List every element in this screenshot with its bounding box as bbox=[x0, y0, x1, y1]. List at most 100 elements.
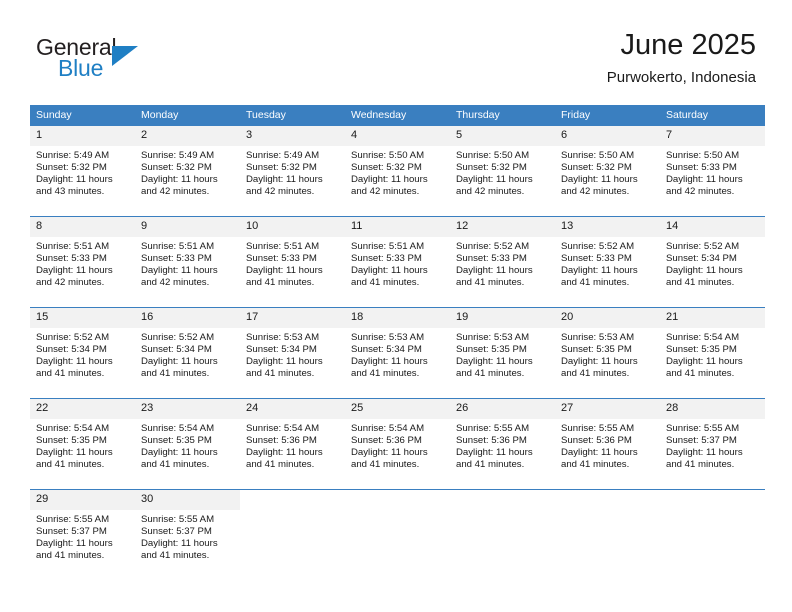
calendar-day-cell[interactable]: 2 Sunrise: 5:49 AM Sunset: 5:32 PM Daylight… bbox=[135, 126, 240, 217]
brand-logo[interactable]: General Blue bbox=[36, 34, 236, 90]
calendar-day-cell[interactable]: 18 Sunrise: 5:53 AM Sunset: 5:34 PM Dayligh… bbox=[345, 307, 450, 399]
daylight-text-line1: Daylight: 11 hours bbox=[141, 265, 218, 277]
daylight-text-line1: Daylight: 11 hours bbox=[456, 265, 533, 277]
page-header: General Blue June 2025 Purwokerto, Indon… bbox=[0, 0, 792, 100]
day-number: 3 bbox=[240, 126, 345, 146]
weekday-header-tuesday: Tuesday bbox=[240, 105, 345, 126]
calendar-day-cell[interactable]: 8 Sunrise: 5:51 AM Sunset: 5:33 PM Daylight… bbox=[30, 216, 135, 308]
calendar-day-cell[interactable]: 9 Sunrise: 5:51 AM Sunset: 5:33 PM Daylight… bbox=[135, 216, 240, 308]
calendar-day-cell[interactable]: 6 Sunrise: 5:50 AM Sunset: 5:32 PM Daylight… bbox=[555, 126, 660, 217]
daylight-text-line2: and 41 minutes. bbox=[561, 368, 630, 380]
day-number: 7 bbox=[660, 126, 765, 146]
daylight-text-line1: Daylight: 11 hours bbox=[36, 538, 113, 550]
sunrise-text: Sunrise: 5:55 AM bbox=[561, 423, 635, 434]
sunset-text: Sunset: 5:33 PM bbox=[456, 253, 527, 265]
day-details: Sunrise: 5:52 AM Sunset: 5:34 PM Daylight:… bbox=[30, 328, 135, 380]
day-number: 10 bbox=[240, 217, 345, 237]
sunset-text: Sunset: 5:34 PM bbox=[246, 344, 317, 356]
sunrise-text: Sunrise: 5:53 AM bbox=[351, 332, 425, 343]
day-number bbox=[450, 490, 555, 510]
daylight-text-line2: and 42 minutes. bbox=[456, 186, 525, 198]
day-details: Sunrise: 5:53 AM Sunset: 5:35 PM Daylight:… bbox=[555, 328, 660, 380]
sunrise-text: Sunrise: 5:51 AM bbox=[351, 241, 425, 252]
calendar-day-cell[interactable]: 17 Sunrise: 5:53 AM Sunset: 5:34 PM Dayligh… bbox=[240, 307, 345, 399]
sunrise-text: Sunrise: 5:54 AM bbox=[36, 423, 110, 434]
calendar-day-cell-empty bbox=[345, 489, 450, 580]
day-number: 29 bbox=[30, 490, 135, 510]
sunrise-text: Sunrise: 5:53 AM bbox=[456, 332, 530, 343]
sunrise-text: Sunrise: 5:51 AM bbox=[246, 241, 320, 252]
sunrise-text: Sunrise: 5:53 AM bbox=[561, 332, 635, 343]
daylight-text-line2: and 41 minutes. bbox=[351, 368, 420, 380]
daylight-text-line1: Daylight: 11 hours bbox=[456, 447, 533, 459]
calendar-day-cell[interactable]: 26 Sunrise: 5:55 AM Sunset: 5:36 PM Dayligh… bbox=[450, 398, 555, 490]
daylight-text-line1: Daylight: 11 hours bbox=[246, 265, 323, 277]
day-details: Sunrise: 5:54 AM Sunset: 5:35 PM Daylight:… bbox=[30, 419, 135, 471]
day-details: Sunrise: 5:50 AM Sunset: 5:33 PM Daylight:… bbox=[660, 146, 765, 198]
day-number: 1 bbox=[30, 126, 135, 146]
calendar-day-cell[interactable]: 7 Sunrise: 5:50 AM Sunset: 5:33 PM Daylight… bbox=[660, 126, 765, 217]
calendar-day-cell[interactable]: 12 Sunrise: 5:52 AM Sunset: 5:33 PM Dayligh… bbox=[450, 216, 555, 308]
daylight-text-line1: Daylight: 11 hours bbox=[141, 538, 218, 550]
daylight-text-line1: Daylight: 11 hours bbox=[141, 174, 218, 186]
day-number: 19 bbox=[450, 308, 555, 328]
sunrise-text: Sunrise: 5:52 AM bbox=[36, 332, 110, 343]
calendar-grid: Sunday Monday Tuesday Wednesday Thursday… bbox=[30, 105, 765, 580]
sunrise-text: Sunrise: 5:50 AM bbox=[561, 150, 635, 161]
day-details: Sunrise: 5:55 AM Sunset: 5:37 PM Daylight:… bbox=[660, 419, 765, 471]
daylight-text-line2: and 42 minutes. bbox=[666, 186, 735, 198]
daylight-text-line1: Daylight: 11 hours bbox=[351, 174, 428, 186]
calendar-day-cell[interactable]: 27 Sunrise: 5:55 AM Sunset: 5:36 PM Dayligh… bbox=[555, 398, 660, 490]
sunrise-text: Sunrise: 5:50 AM bbox=[351, 150, 425, 161]
day-number: 12 bbox=[450, 217, 555, 237]
sunset-text: Sunset: 5:37 PM bbox=[36, 526, 107, 538]
sunset-text: Sunset: 5:35 PM bbox=[141, 435, 212, 447]
calendar-day-cell-empty bbox=[555, 489, 660, 580]
calendar-day-cell[interactable]: 28 Sunrise: 5:55 AM Sunset: 5:37 PM Dayligh… bbox=[660, 398, 765, 490]
calendar-day-cell[interactable]: 14 Sunrise: 5:52 AM Sunset: 5:34 PM Dayligh… bbox=[660, 216, 765, 308]
calendar-day-cell[interactable]: 20 Sunrise: 5:53 AM Sunset: 5:35 PM Dayligh… bbox=[555, 307, 660, 399]
sunrise-text: Sunrise: 5:50 AM bbox=[666, 150, 740, 161]
sunset-text: Sunset: 5:37 PM bbox=[666, 435, 737, 447]
daylight-text-line2: and 42 minutes. bbox=[351, 186, 420, 198]
calendar-day-cell[interactable]: 21 Sunrise: 5:54 AM Sunset: 5:35 PM Dayligh… bbox=[660, 307, 765, 399]
calendar-week-row: 15 Sunrise: 5:52 AM Sunset: 5:34 PM Dayligh… bbox=[30, 307, 765, 399]
daylight-text-line2: and 41 minutes. bbox=[456, 277, 525, 289]
calendar-day-cell[interactable]: 23 Sunrise: 5:54 AM Sunset: 5:35 PM Dayligh… bbox=[135, 398, 240, 490]
calendar-day-cell[interactable]: 5 Sunrise: 5:50 AM Sunset: 5:32 PM Daylight… bbox=[450, 126, 555, 217]
calendar-day-cell[interactable]: 24 Sunrise: 5:54 AM Sunset: 5:36 PM Dayligh… bbox=[240, 398, 345, 490]
daylight-text-line2: and 41 minutes. bbox=[561, 459, 630, 471]
day-number: 16 bbox=[135, 308, 240, 328]
calendar-day-cell[interactable]: 13 Sunrise: 5:52 AM Sunset: 5:33 PM Dayligh… bbox=[555, 216, 660, 308]
daylight-text-line2: and 41 minutes. bbox=[351, 459, 420, 471]
calendar-day-cell-empty bbox=[450, 489, 555, 580]
calendar-day-cell[interactable]: 4 Sunrise: 5:50 AM Sunset: 5:32 PM Daylight… bbox=[345, 126, 450, 217]
sunset-text: Sunset: 5:32 PM bbox=[141, 162, 212, 174]
calendar-day-cell[interactable]: 16 Sunrise: 5:52 AM Sunset: 5:34 PM Dayligh… bbox=[135, 307, 240, 399]
calendar-day-cell[interactable]: 1 Sunrise: 5:49 AM Sunset: 5:32 PM Daylight… bbox=[30, 126, 135, 217]
sunset-text: Sunset: 5:32 PM bbox=[561, 162, 632, 174]
location-subtitle: Purwokerto, Indonesia bbox=[606, 69, 756, 86]
calendar-day-cell[interactable]: 22 Sunrise: 5:54 AM Sunset: 5:35 PM Dayligh… bbox=[30, 398, 135, 490]
sunset-text: Sunset: 5:32 PM bbox=[246, 162, 317, 174]
day-number: 24 bbox=[240, 399, 345, 419]
calendar-day-cell[interactable]: 25 Sunrise: 5:54 AM Sunset: 5:36 PM Dayligh… bbox=[345, 398, 450, 490]
daylight-text-line1: Daylight: 11 hours bbox=[666, 447, 743, 459]
calendar-day-cell[interactable]: 19 Sunrise: 5:53 AM Sunset: 5:35 PM Dayligh… bbox=[450, 307, 555, 399]
daylight-text-line2: and 42 minutes. bbox=[141, 277, 210, 289]
calendar-day-cell[interactable]: 15 Sunrise: 5:52 AM Sunset: 5:34 PM Dayligh… bbox=[30, 307, 135, 399]
day-number: 25 bbox=[345, 399, 450, 419]
sunrise-text: Sunrise: 5:55 AM bbox=[456, 423, 530, 434]
calendar-day-cell[interactable]: 30 Sunrise: 5:55 AM Sunset: 5:37 PM Dayligh… bbox=[135, 489, 240, 580]
sunset-text: Sunset: 5:36 PM bbox=[246, 435, 317, 447]
calendar-day-cell[interactable]: 10 Sunrise: 5:51 AM Sunset: 5:33 PM Dayligh… bbox=[240, 216, 345, 308]
calendar-week-row: 1 Sunrise: 5:49 AM Sunset: 5:32 PM Daylight… bbox=[30, 126, 765, 217]
calendar-day-cell[interactable]: 3 Sunrise: 5:49 AM Sunset: 5:32 PM Daylight… bbox=[240, 126, 345, 217]
sunrise-text: Sunrise: 5:53 AM bbox=[246, 332, 320, 343]
sunset-text: Sunset: 5:37 PM bbox=[141, 526, 212, 538]
daylight-text-line2: and 41 minutes. bbox=[36, 459, 105, 471]
daylight-text-line2: and 43 minutes. bbox=[36, 186, 105, 198]
calendar-day-cell[interactable]: 11 Sunrise: 5:51 AM Sunset: 5:33 PM Dayligh… bbox=[345, 216, 450, 308]
calendar-day-cell[interactable]: 29 Sunrise: 5:55 AM Sunset: 5:37 PM Dayligh… bbox=[30, 489, 135, 580]
sunrise-text: Sunrise: 5:49 AM bbox=[36, 150, 110, 161]
